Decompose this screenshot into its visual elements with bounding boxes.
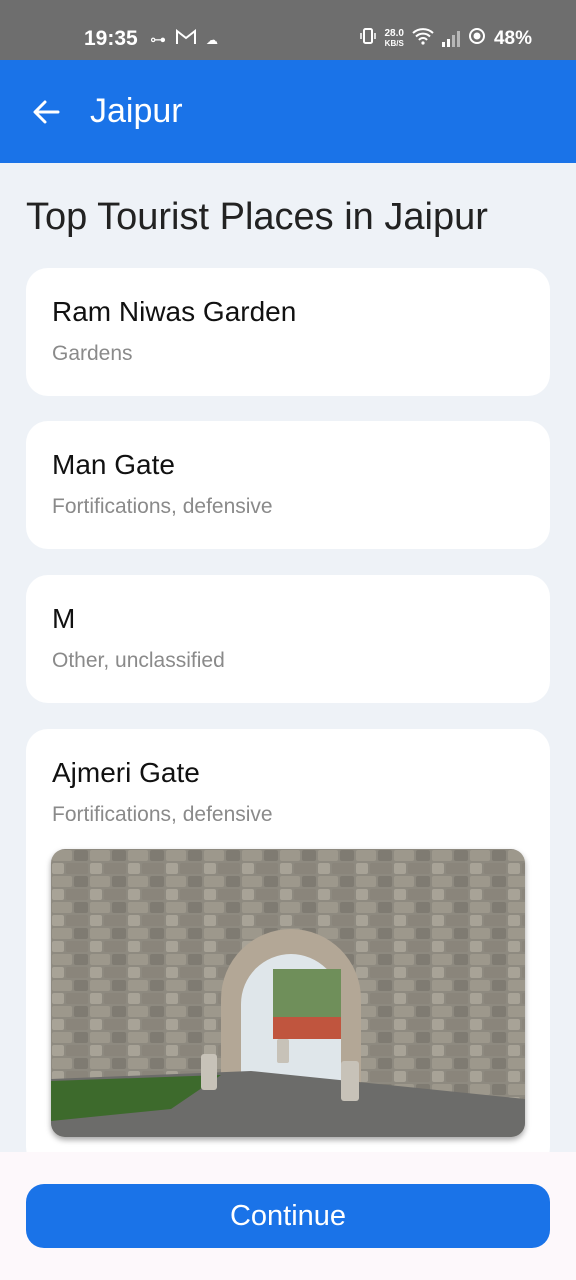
gmail-icon: [176, 28, 196, 50]
place-card[interactable]: Ajmeri Gate Fortifications, defensive: [26, 729, 550, 1169]
app-bar: Jaipur: [0, 60, 576, 163]
vibrate-icon: [359, 27, 377, 51]
place-category: Gardens: [52, 342, 133, 365]
page-heading: Top Tourist Places in Jaipur: [26, 196, 488, 238]
place-category: Fortifications, defensive: [52, 495, 273, 518]
place-card[interactable]: M Other, unclassified: [26, 575, 550, 703]
battery-level: 48%: [493, 28, 532, 49]
wifi-icon: [412, 27, 434, 51]
place-category: Other, unclassified: [52, 649, 225, 672]
cloud-icon: ☁: [206, 32, 218, 47]
net-speed-value: 28.0: [384, 28, 404, 39]
arrow-left-icon: [33, 100, 60, 124]
continue-button[interactable]: Continue: [26, 1184, 550, 1248]
place-card[interactable]: Man Gate Fortifications, defensive: [26, 421, 550, 549]
status-right: 28.0 KB/S 48%: [359, 27, 532, 51]
app-title: Jaipur: [90, 92, 183, 130]
status-time: 19:35: [84, 27, 138, 50]
place-name: Ajmeri Gate: [52, 757, 200, 788]
status-bar: 19:35 ⊶ ☁ 28.0 KB/S 48%: [0, 0, 576, 60]
key-icon: ⊶: [150, 31, 166, 49]
battery-saver-icon: [468, 27, 486, 51]
signal-icon: [441, 31, 460, 47]
bottom-action-area: Continue: [0, 1152, 576, 1280]
place-category: Fortifications, defensive: [52, 803, 273, 826]
notification-icons: ⊶ ☁: [150, 28, 218, 50]
place-name: Ram Niwas Garden: [52, 296, 297, 327]
place-card[interactable]: Ram Niwas Garden Gardens: [26, 268, 550, 396]
place-name: M: [52, 603, 76, 634]
back-button[interactable]: [26, 92, 66, 132]
net-speed: 28.0 KB/S: [385, 29, 404, 49]
place-name: Man Gate: [52, 449, 175, 480]
net-speed-unit: KB/S: [384, 39, 404, 48]
place-photo: [51, 849, 525, 1137]
